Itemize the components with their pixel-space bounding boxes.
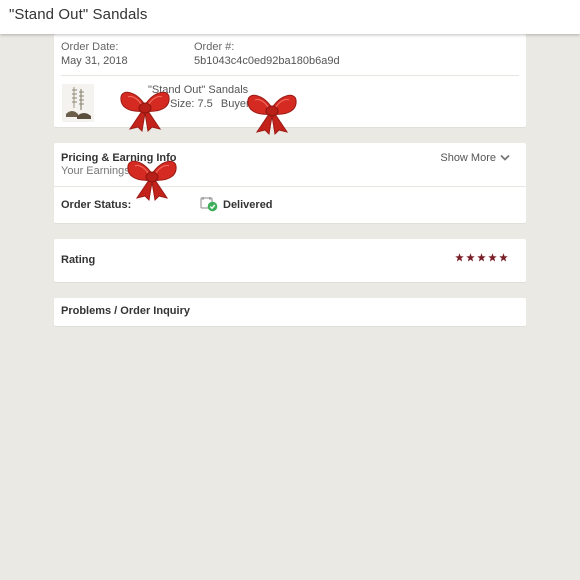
star-icon [499, 253, 508, 262]
order-status-value: Delivered [223, 199, 273, 211]
problems-card[interactable]: Problems / Order Inquiry [54, 298, 526, 326]
order-date-value: May 31, 2018 [61, 55, 128, 67]
item-size: Size: 7.5 [170, 98, 213, 110]
show-more-label: Show More [440, 152, 496, 164]
chevron-down-icon [500, 154, 510, 161]
delivered-check-icon [200, 197, 218, 212]
order-number-label: Order #: [194, 41, 235, 53]
order-number-value: 5b1043c4c0ed92ba180b6a9d [194, 55, 340, 67]
rating-label: Rating [61, 254, 96, 266]
star-icon [455, 253, 464, 262]
show-more-button[interactable]: Show More [440, 152, 510, 164]
star-icon [466, 253, 475, 262]
order-divider [61, 75, 519, 76]
item-thumbnail[interactable] [62, 84, 94, 122]
star-icon [477, 253, 486, 262]
top-bar: "Stand Out" Sandals [0, 0, 580, 34]
page-title: "Stand Out" Sandals [9, 6, 148, 23]
order-status-label: Order Status: [61, 199, 132, 211]
problems-label: Problems / Order Inquiry [61, 305, 190, 317]
order-date-label: Order Date: [61, 41, 119, 53]
star-icon [488, 253, 497, 262]
rating-stars [455, 253, 508, 262]
earnings-label: Your Earnings: [61, 165, 133, 177]
bow-sticker-icon [247, 94, 297, 136]
rating-card[interactable]: Rating [54, 239, 526, 282]
bow-sticker-icon [120, 91, 170, 133]
bow-sticker-icon [127, 160, 177, 202]
